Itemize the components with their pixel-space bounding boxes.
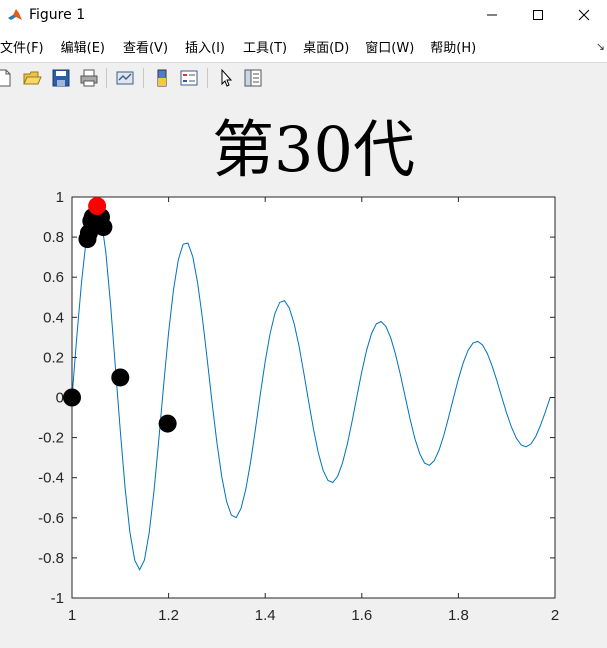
print-icon[interactable] [79, 68, 99, 88]
population-point [158, 414, 177, 433]
menu-file[interactable]: 文件(F) [0, 37, 44, 56]
y-tick-label: -0.6 [38, 510, 64, 527]
new-figure-icon[interactable] [0, 68, 14, 88]
toolbar-separator [207, 68, 208, 88]
insert-legend-icon[interactable] [179, 68, 199, 88]
link-plot-icon[interactable] [115, 68, 135, 88]
maximize-icon [533, 10, 543, 20]
y-tick-label: -0.2 [38, 430, 64, 447]
minimize-button[interactable] [469, 0, 515, 30]
best-point [88, 197, 107, 216]
menu-window[interactable]: 窗口(W) [365, 37, 414, 56]
save-icon[interactable] [51, 68, 71, 88]
property-inspector-icon[interactable] [243, 68, 263, 88]
dock-figure-icon[interactable]: ↘ [596, 40, 605, 53]
x-tick-label: 1.6 [351, 607, 372, 624]
y-tick-label: -0.4 [38, 470, 64, 487]
y-tick-label: 0.4 [43, 309, 64, 326]
plot-svg: 第30代 1 1.2 1.4 1.6 1.8 2 1 0.8 0.6 0.4 0.2 0 -0.2 -0.4… [38, 113, 559, 624]
x-tick-label: 1.4 [255, 607, 276, 624]
matlab-app-icon [7, 7, 23, 23]
menu-view[interactable]: 查看(V) [123, 37, 168, 56]
x-tick-label: 1 [68, 607, 76, 624]
open-file-icon[interactable] [22, 68, 42, 88]
window-title: Figure 1 [29, 7, 86, 23]
insert-colorbar-icon[interactable] [152, 68, 172, 88]
y-tick-label: 1 [56, 189, 64, 206]
toolbar-separator [106, 68, 107, 88]
chart-title: 第30代 [212, 113, 415, 186]
menu-edit[interactable]: 编辑(E) [61, 37, 105, 56]
x-tick-label: 1.2 [158, 607, 179, 624]
maximize-button[interactable] [515, 0, 561, 30]
y-tick-label: 0 [56, 390, 64, 407]
axes-background [72, 197, 555, 598]
menu-bar: 文件(F) 编辑(E) 查看(V) 插入(I) 工具(T) 桌面(D) 窗口(W… [0, 30, 607, 62]
menu-tools[interactable]: 工具(T) [243, 37, 287, 56]
population-point [111, 368, 130, 387]
y-tick-label: 0.2 [43, 349, 64, 366]
population-point [94, 218, 113, 237]
y-tick-label: -0.8 [38, 550, 64, 567]
figure-toolbar [0, 62, 607, 94]
y-tick-label: 0.6 [43, 269, 64, 286]
toolbar-separator [143, 68, 144, 88]
menu-help[interactable]: 帮助(H) [430, 37, 476, 56]
window-controls [469, 0, 607, 30]
population-point [63, 388, 81, 407]
x-tick-label: 1.8 [448, 607, 469, 624]
close-icon [578, 9, 590, 21]
x-tick-label: 2 [551, 607, 559, 624]
menu-desktop[interactable]: 桌面(D) [303, 37, 349, 56]
figure-canvas: 第30代 1 1.2 1.4 1.6 1.8 2 1 0.8 0.6 0.4 0.2 0 -0.2 -0.4… [0, 93, 607, 648]
close-button[interactable] [561, 0, 607, 30]
edit-plot-pointer-icon[interactable] [217, 68, 237, 88]
minimize-icon [487, 14, 497, 16]
y-tick-label: -1 [51, 590, 64, 607]
y-tick-label: 0.8 [43, 229, 64, 246]
window-titlebar: Figure 1 [0, 0, 607, 30]
menu-insert[interactable]: 插入(I) [185, 37, 225, 56]
